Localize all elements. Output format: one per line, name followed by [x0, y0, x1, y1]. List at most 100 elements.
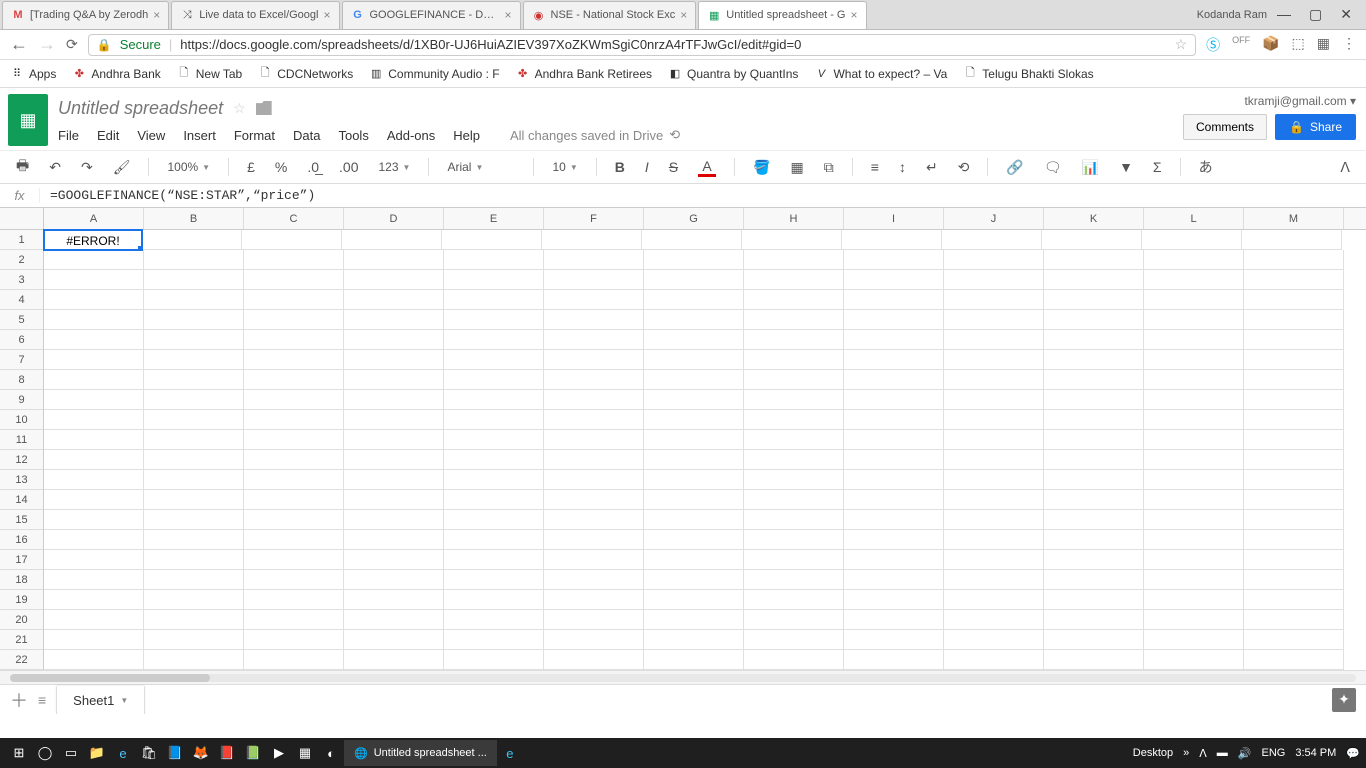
sheet-tab[interactable]: Sheet1▼: [56, 686, 145, 714]
bookmark-item[interactable]: 🗋CDCNetworks: [258, 67, 353, 81]
cell[interactable]: [844, 390, 944, 410]
cell[interactable]: [844, 430, 944, 450]
bold-icon[interactable]: B: [609, 155, 631, 179]
cell[interactable]: [744, 490, 844, 510]
cell[interactable]: [742, 230, 842, 250]
cell[interactable]: [1144, 590, 1244, 610]
cell[interactable]: [1244, 450, 1344, 470]
maximize-icon[interactable]: ▢: [1309, 6, 1322, 23]
cell[interactable]: [844, 330, 944, 350]
select-all-corner[interactable]: [0, 208, 44, 229]
cell[interactable]: [1144, 370, 1244, 390]
row-header[interactable]: 5: [0, 310, 44, 330]
browser-tab[interactable]: ◉ NSE - National Stock Exc ×: [523, 1, 697, 29]
cell[interactable]: [1144, 250, 1244, 270]
cell[interactable]: [744, 530, 844, 550]
app-icon[interactable]: 📗: [240, 740, 266, 766]
cell[interactable]: [844, 530, 944, 550]
cell[interactable]: [844, 510, 944, 530]
cell[interactable]: [44, 290, 144, 310]
cell[interactable]: [144, 530, 244, 550]
user-account[interactable]: tkramji@gmail.com ▾: [1244, 94, 1356, 108]
cell[interactable]: [644, 470, 744, 490]
menu-icon[interactable]: ⋮: [1342, 35, 1356, 55]
cell[interactable]: [344, 510, 444, 530]
cell[interactable]: [544, 350, 644, 370]
cell[interactable]: [844, 570, 944, 590]
cell[interactable]: [144, 610, 244, 630]
cell[interactable]: [844, 490, 944, 510]
cell[interactable]: [544, 470, 644, 490]
cell[interactable]: [144, 510, 244, 530]
cell[interactable]: [544, 550, 644, 570]
cell[interactable]: [1044, 570, 1144, 590]
cell[interactable]: [944, 570, 1044, 590]
tray-chevron-icon[interactable]: ᐱ: [1199, 747, 1207, 760]
cell[interactable]: [144, 650, 244, 670]
cell[interactable]: [444, 290, 544, 310]
cell[interactable]: [744, 370, 844, 390]
collapse-toolbar-icon[interactable]: ᐱ: [1334, 155, 1356, 180]
text-wrap-icon[interactable]: ↵: [920, 155, 944, 180]
cell[interactable]: [44, 470, 144, 490]
cell[interactable]: [444, 510, 544, 530]
cell[interactable]: [344, 450, 444, 470]
cell[interactable]: [1144, 510, 1244, 530]
cell[interactable]: [244, 650, 344, 670]
cell[interactable]: [542, 230, 642, 250]
cell[interactable]: [244, 550, 344, 570]
cell[interactable]: [844, 590, 944, 610]
cell[interactable]: [644, 270, 744, 290]
cell[interactable]: [444, 550, 544, 570]
share-button[interactable]: 🔒Share: [1275, 114, 1356, 140]
cell[interactable]: [244, 530, 344, 550]
merge-cells-icon[interactable]: ⧉: [818, 155, 840, 180]
cell[interactable]: [44, 250, 144, 270]
column-header[interactable]: J: [944, 208, 1044, 229]
cell[interactable]: [1044, 250, 1144, 270]
cell[interactable]: [44, 410, 144, 430]
cell[interactable]: [244, 450, 344, 470]
menu-tools[interactable]: Tools: [338, 128, 368, 143]
bookmark-item[interactable]: ✤Andhra Bank: [72, 67, 160, 81]
cell[interactable]: [844, 630, 944, 650]
cell[interactable]: [344, 590, 444, 610]
cell[interactable]: [544, 650, 644, 670]
bookmark-item[interactable]: ✤Andhra Bank Retirees: [516, 67, 652, 81]
cell[interactable]: [1244, 570, 1344, 590]
cell[interactable]: [544, 530, 644, 550]
cell[interactable]: [1244, 530, 1344, 550]
cell[interactable]: [744, 550, 844, 570]
cell[interactable]: [244, 310, 344, 330]
formula-input[interactable]: =GOOGLEFINANCE(“NSE:STAR”,“price”): [40, 188, 1366, 203]
cell[interactable]: [644, 590, 744, 610]
cell[interactable]: [844, 610, 944, 630]
comments-button[interactable]: Comments: [1183, 114, 1267, 140]
cell[interactable]: [144, 590, 244, 610]
cell[interactable]: [344, 310, 444, 330]
cell[interactable]: [44, 530, 144, 550]
ext-icon[interactable]: 📦: [1262, 35, 1279, 55]
cell[interactable]: [44, 330, 144, 350]
cell[interactable]: [1144, 310, 1244, 330]
cell[interactable]: [444, 310, 544, 330]
cell[interactable]: [944, 450, 1044, 470]
cell[interactable]: [1044, 590, 1144, 610]
cell[interactable]: [1244, 650, 1344, 670]
cell[interactable]: [544, 610, 644, 630]
column-header[interactable]: M: [1244, 208, 1344, 229]
bookmark-item[interactable]: ▥Community Audio : F: [369, 67, 499, 81]
cell[interactable]: [844, 310, 944, 330]
minimize-icon[interactable]: —: [1277, 6, 1291, 23]
cell[interactable]: [744, 470, 844, 490]
cell[interactable]: [244, 430, 344, 450]
cell[interactable]: [1044, 450, 1144, 470]
cell[interactable]: [344, 370, 444, 390]
cell[interactable]: [944, 470, 1044, 490]
cell[interactable]: [644, 530, 744, 550]
text-rotation-icon[interactable]: ⟲: [952, 155, 976, 180]
browser-tab-active[interactable]: ▦ Untitled spreadsheet - G ×: [698, 1, 866, 29]
cell[interactable]: [1044, 410, 1144, 430]
cell[interactable]: [844, 470, 944, 490]
cell[interactable]: [544, 570, 644, 590]
